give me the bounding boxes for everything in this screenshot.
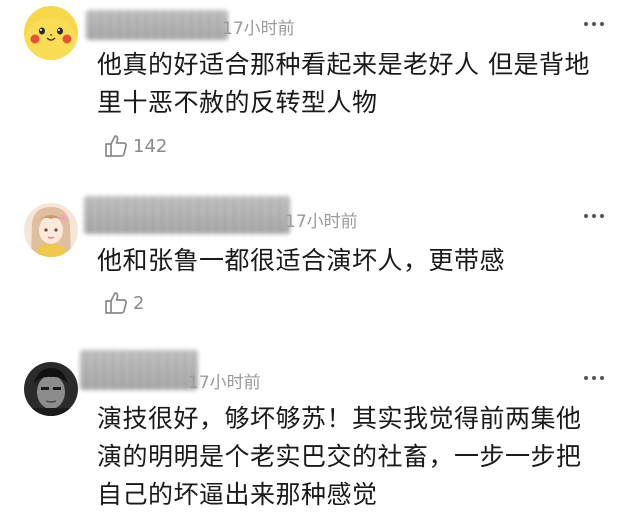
username-redacted[interactable] bbox=[84, 196, 290, 234]
comment-text: 他真的好适合那种看起来是老好人 但是背地 里十恶不赦的反转型人物 bbox=[97, 46, 617, 122]
timestamp: 17小时前 bbox=[285, 212, 358, 232]
more-options-icon[interactable] bbox=[584, 213, 604, 219]
more-options-icon[interactable] bbox=[584, 21, 604, 27]
avatar[interactable] bbox=[24, 6, 78, 60]
avatar[interactable] bbox=[24, 203, 78, 257]
comment-text-line: 他和张鲁一都很适合演坏人，更带感 bbox=[97, 246, 506, 275]
comment-text-line: 他真的好适合那种看起来是老好人 但是背地 bbox=[97, 50, 590, 79]
like-count: 142 bbox=[133, 135, 168, 157]
comment-text: 他和张鲁一都很适合演坏人，更带感 bbox=[97, 242, 617, 280]
like-button[interactable]: 2 bbox=[103, 289, 144, 317]
comment-text-line: 演技很好，够坏够苏！其实我觉得前两集他 bbox=[97, 404, 582, 433]
like-button[interactable]: 142 bbox=[103, 132, 167, 160]
thumbs-up-icon bbox=[105, 292, 127, 314]
timestamp: 17小时前 bbox=[188, 373, 261, 393]
pikachu-avatar-icon bbox=[24, 6, 78, 60]
timestamp: 17小时前 bbox=[222, 19, 295, 39]
thumbs-up-icon bbox=[105, 135, 127, 157]
comment-text-line: 演的明明是个老实巴交的社畜，一步一步把 bbox=[97, 442, 582, 471]
more-options-icon[interactable] bbox=[584, 375, 604, 381]
username-redacted[interactable] bbox=[86, 10, 228, 40]
avatar[interactable] bbox=[24, 362, 78, 416]
comment-text: 演技很好，够坏够苏！其实我觉得前两集他 演的明明是个老实巴交的社畜，一步一步把 … bbox=[97, 400, 617, 514]
comment-text-line: 里十恶不赦的反转型人物 bbox=[97, 88, 378, 117]
comment-text-line: 自己的坏逼出来那种感觉 bbox=[97, 480, 378, 509]
girl-drawing-avatar-icon bbox=[24, 203, 78, 257]
username-redacted[interactable] bbox=[80, 350, 198, 390]
dark-portrait-avatar-icon bbox=[24, 362, 78, 416]
like-count: 2 bbox=[133, 292, 145, 314]
